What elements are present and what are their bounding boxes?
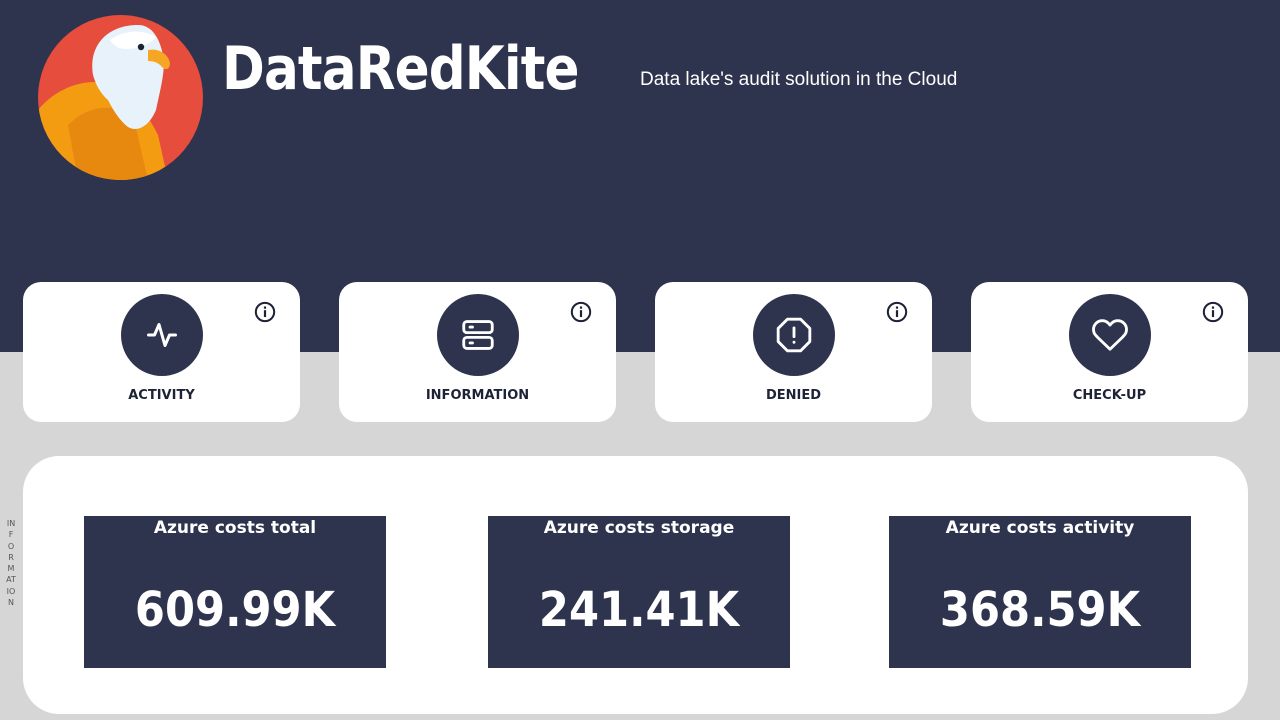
nav-label-denied: DENIED	[765, 388, 822, 403]
brand-title: DataRedKite	[222, 34, 580, 104]
kpi-value: 609.99K	[134, 582, 336, 638]
kpi-title: Azure costs storage	[543, 518, 735, 538]
info-icon[interactable]	[886, 301, 908, 323]
kpi-value: 241.41K	[538, 582, 740, 638]
kpi-card-activity: Azure costs activity 368.59K	[889, 516, 1191, 668]
nav-card-check-up[interactable]: CHECK-UP	[971, 282, 1248, 422]
nav-label-check-up: CHECK-UP	[1072, 388, 1147, 403]
nav-card-denied[interactable]: DENIED	[655, 282, 932, 422]
nav-label-information: INFORMATION	[425, 388, 530, 403]
kpi-title: Azure costs total	[153, 518, 317, 538]
alert-octagon-icon	[776, 317, 811, 353]
info-icon[interactable]	[570, 301, 592, 323]
check-up-icon-circle	[1068, 294, 1151, 376]
activity-pulse-icon	[146, 323, 177, 347]
nav-label-activity: ACTIVITY	[128, 388, 195, 403]
information-icon-circle	[436, 294, 519, 376]
tagline: Data lake's audit solution in the Cloud	[640, 69, 958, 90]
denied-icon-circle	[752, 294, 835, 376]
eagle-logo	[38, 15, 203, 180]
kpi-card-storage: Azure costs storage 241.41K	[488, 516, 790, 668]
heart-icon	[1091, 319, 1128, 351]
kpi-value: 368.59K	[939, 582, 1141, 638]
activity-icon-circle	[120, 294, 203, 376]
nav-card-activity[interactable]: ACTIVITY	[23, 282, 300, 422]
info-icon[interactable]	[254, 301, 276, 323]
side-section-label: INFORMATION	[6, 519, 16, 608]
info-icon[interactable]	[1202, 301, 1224, 323]
server-icon	[461, 320, 494, 350]
nav-card-information[interactable]: INFORMATION	[339, 282, 616, 422]
kpi-card-total: Azure costs total 609.99K	[84, 516, 386, 668]
kpi-title: Azure costs activity	[945, 518, 1135, 538]
